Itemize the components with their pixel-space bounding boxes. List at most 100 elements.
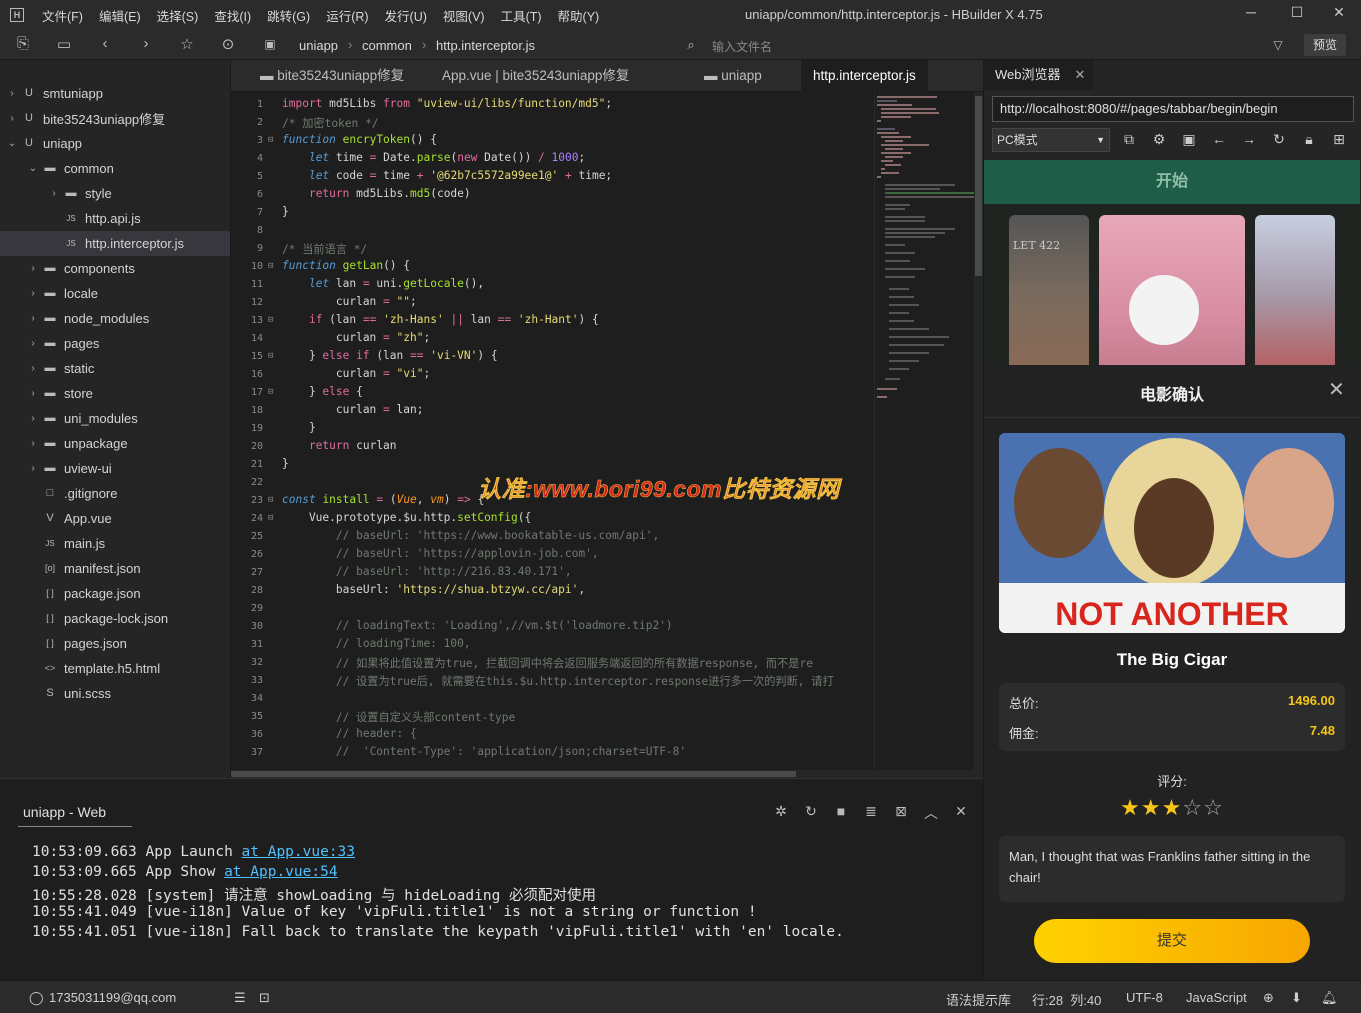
fold-toggle-icon[interactable]: ⊟ [268, 387, 273, 397]
movie-poster[interactable] [1255, 215, 1335, 375]
stop-icon[interactable]: ■ [832, 803, 850, 819]
menu-select[interactable]: 选择(S) [149, 6, 207, 25]
tree-item-http-interceptor[interactable]: JS http.interceptor.js [0, 231, 230, 256]
tree-item-node-modules[interactable]: › ▬ node_modules [0, 306, 230, 331]
review-comment[interactable]: Man, I thought that was Franklins father… [999, 836, 1345, 902]
tree-item-uniapp[interactable]: ⌄ Uuniapp [0, 131, 230, 156]
menu-run[interactable]: 运行(R) [318, 6, 376, 25]
tree-item-locale[interactable]: › ▬ locale [0, 281, 230, 306]
file-search-input[interactable]: 输入文件名 [712, 38, 772, 55]
user-avatar-icon[interactable]: ◯ [29, 990, 44, 1006]
breadcrumb-project[interactable]: uniapp [299, 38, 338, 53]
terminal-icon[interactable]: ⊡ [259, 990, 270, 1006]
save-icon[interactable]: ▭ [54, 35, 74, 53]
movie-poster[interactable]: LET 422 [1009, 215, 1089, 375]
cursor-position[interactable]: 行:28 列:40 [1032, 990, 1101, 1009]
close-tab-icon[interactable]: ✕ [1075, 67, 1086, 82]
editor-horizontal-scrollbar[interactable] [231, 770, 974, 778]
editor-vertical-scrollbar[interactable] [974, 92, 983, 778]
menu-help[interactable]: 帮助(Y) [550, 6, 608, 25]
scrollbar-thumb[interactable] [231, 771, 796, 777]
tree-item-package-lock[interactable]: [ ] package-lock.json [0, 606, 230, 631]
menu-find[interactable]: 查找(I) [206, 6, 259, 25]
url-input[interactable]: http://localhost:8080/#/pages/tabbar/beg… [992, 96, 1354, 122]
breadcrumb-folder[interactable]: common [362, 38, 412, 53]
notification-bell-icon[interactable]: 🔔︎ [1321, 990, 1338, 1006]
back-icon[interactable]: ‹ [95, 35, 115, 52]
tree-item-package-json[interactable]: [ ] package.json [0, 581, 230, 606]
tree-item-pages[interactable]: › ▬ pages [0, 331, 230, 356]
back-arrow-icon[interactable]: ← [1210, 131, 1228, 147]
lock-icon[interactable]: 🔒︎ [1300, 131, 1318, 148]
menu-view[interactable]: 视图(V) [435, 6, 493, 25]
fold-toggle-icon[interactable]: ⊟ [268, 351, 273, 361]
restart-icon[interactable]: ↻ [802, 803, 820, 820]
settings-gear-icon[interactable]: ⚙ [1150, 131, 1168, 148]
devtools-icon[interactable]: ▣ [1180, 131, 1198, 148]
console-tab[interactable]: uniapp - Web [23, 804, 106, 820]
minimize-icon[interactable]: ─ [1241, 4, 1261, 20]
search-status-icon[interactable]: ⊕ [1263, 990, 1274, 1006]
reload-icon[interactable]: ↻ [1270, 131, 1288, 148]
tab-app-vue[interactable]: App.vue | bite35243uniapp修复 [430, 60, 641, 92]
tab-bite35243uniapp[interactable]: ▬ bite35243uniapp修复 [248, 60, 416, 92]
forward-arrow-icon[interactable]: → [1240, 131, 1258, 147]
tree-item-bite35243uniapp[interactable]: › Ubite35243uniapp修复 [0, 106, 230, 131]
qrcode-icon[interactable]: ⊞ [1330, 131, 1348, 148]
tree-item-pages-json[interactable]: [ ] pages.json [0, 631, 230, 656]
tree-item-unpackage[interactable]: › ▬ unpackage [0, 431, 230, 456]
menu-edit[interactable]: 编辑(E) [91, 6, 149, 25]
tree-item-uni-modules[interactable]: › ▬ uni_modules [0, 406, 230, 431]
tree-item-common[interactable]: ⌄ ▬ common [0, 156, 230, 181]
scrollbar-thumb[interactable] [975, 96, 982, 276]
forward-icon[interactable]: › [136, 35, 156, 52]
device-mode-select[interactable]: PC模式 ▼ [992, 128, 1110, 152]
submit-button[interactable]: 提交 [1034, 919, 1310, 963]
account-email[interactable]: 1735031199@qq.com [49, 990, 176, 1005]
star-filled-icon[interactable]: ★ [1120, 795, 1141, 820]
download-icon[interactable]: ⬇ [1291, 990, 1302, 1006]
new-file-icon[interactable]: ⎘ [13, 35, 33, 52]
tab-uniapp[interactable]: ▬ uniapp [692, 60, 774, 92]
close-window-icon[interactable]: ✕ [1329, 4, 1349, 21]
movie-poster[interactable] [1099, 215, 1245, 375]
menu-file[interactable]: 文件(F) [34, 6, 91, 25]
tree-item-main-js[interactable]: JS main.js [0, 531, 230, 556]
menu-tools[interactable]: 工具(T) [493, 6, 550, 25]
menu-goto[interactable]: 跳转(G) [259, 6, 318, 25]
filter-icon[interactable]: ▽ [1268, 38, 1288, 52]
bookmark-star-icon[interactable]: ☆ [177, 35, 197, 53]
chevron-up-icon[interactable]: ︿ [922, 803, 940, 823]
tree-item-uni-scss[interactable]: Suni.scss [0, 681, 230, 706]
star-empty-icon[interactable]: ☆ [1203, 795, 1224, 820]
debug-console-icon[interactable]: ✲ [772, 803, 790, 820]
maximize-icon[interactable]: ☐ [1287, 4, 1307, 21]
close-console-icon[interactable]: ✕ [952, 803, 970, 820]
tree-item-style[interactable]: › ▬ style [0, 181, 230, 206]
log-source-link[interactable]: at App.vue:54 [224, 864, 338, 880]
tab-web-browser[interactable]: Web浏览器 ✕ [984, 60, 1094, 90]
menu-publish[interactable]: 发行(U) [377, 6, 435, 25]
rating-stars[interactable]: ★★★☆☆ [984, 795, 1360, 821]
tree-item-static[interactable]: › ▬ static [0, 356, 230, 381]
syntax-hint-library[interactable]: 语法提示库 [946, 990, 1011, 1009]
file-encoding[interactable]: UTF-8 [1126, 990, 1163, 1005]
fold-toggle-icon[interactable]: ⊟ [268, 261, 273, 271]
minimap[interactable] [874, 92, 974, 770]
fold-toggle-icon[interactable]: ⊟ [268, 315, 273, 325]
tree-item-components[interactable]: › ▬ components [0, 256, 230, 281]
tree-item-template-html[interactable]: <> template.h5.html [0, 656, 230, 681]
tree-item-manifest[interactable]: [o] manifest.json [0, 556, 230, 581]
code-editor[interactable]: 1 import md5Libs from "uview-ui/libs/fun… [231, 92, 874, 770]
fold-toggle-icon[interactable]: ⊟ [268, 495, 273, 505]
breadcrumb-file[interactable]: http.interceptor.js [436, 38, 535, 53]
clear-console-icon[interactable]: ⊠ [892, 803, 910, 820]
tree-item-gitignore[interactable]: □ .gitignore [0, 481, 230, 506]
tree-item-store[interactable]: › ▬ store [0, 381, 230, 406]
tree-item-app-vue[interactable]: V App.vue [0, 506, 230, 531]
fold-toggle-icon[interactable]: ⊟ [268, 513, 273, 523]
tree-item-smtuniapp[interactable]: › Usmtuniapp [0, 81, 230, 106]
tree-item-uview-ui[interactable]: › ▬ uview-ui [0, 456, 230, 481]
screenshot-icon[interactable]: ⧉ [1120, 131, 1138, 148]
language-mode[interactable]: JavaScript [1186, 990, 1247, 1005]
